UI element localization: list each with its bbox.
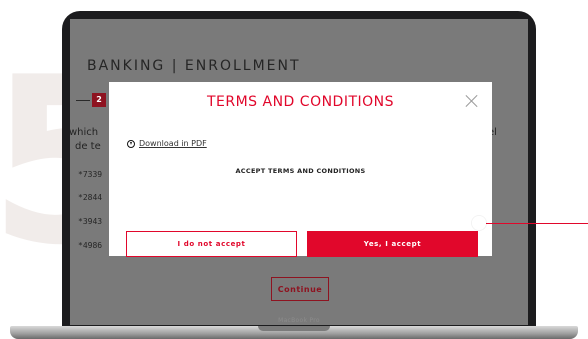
device-brand-label: MacBook Pro — [278, 317, 320, 324]
callout-pointer-icon — [472, 216, 486, 230]
account-number: *2844 — [78, 193, 103, 202]
body-text-fragment: de te — [75, 141, 101, 152]
account-number: *3943 — [78, 217, 103, 226]
callout-line — [486, 223, 588, 225]
continue-button[interactable]: Continue — [271, 277, 329, 301]
download-pdf-link[interactable]: Download in PDF — [127, 139, 207, 148]
terms-modal: TERMS AND CONDITIONS Download in PDF ACC… — [109, 82, 492, 257]
close-icon[interactable] — [465, 94, 479, 108]
modal-title: TERMS AND CONDITIONS — [206, 94, 395, 110]
laptop-notch — [258, 326, 330, 331]
laptop-screen: BANKING | ENROLLMENT 2 which de te el *7… — [70, 19, 528, 325]
accept-terms-heading: ACCEPT TERMS AND CONDITIONS — [235, 167, 366, 175]
page-title: BANKING | ENROLLMENT — [87, 58, 301, 74]
account-number: *4986 — [78, 241, 103, 250]
stepper-line — [76, 100, 90, 101]
accept-button[interactable]: Yes, I accept — [307, 231, 478, 257]
decline-button[interactable]: I do not accept — [126, 231, 297, 257]
account-number: *7339 — [78, 170, 103, 179]
download-icon — [127, 139, 135, 148]
body-text-fragment: which — [70, 127, 99, 138]
step-badge: 2 — [92, 93, 106, 107]
download-pdf-label[interactable]: Download in PDF — [139, 139, 207, 148]
